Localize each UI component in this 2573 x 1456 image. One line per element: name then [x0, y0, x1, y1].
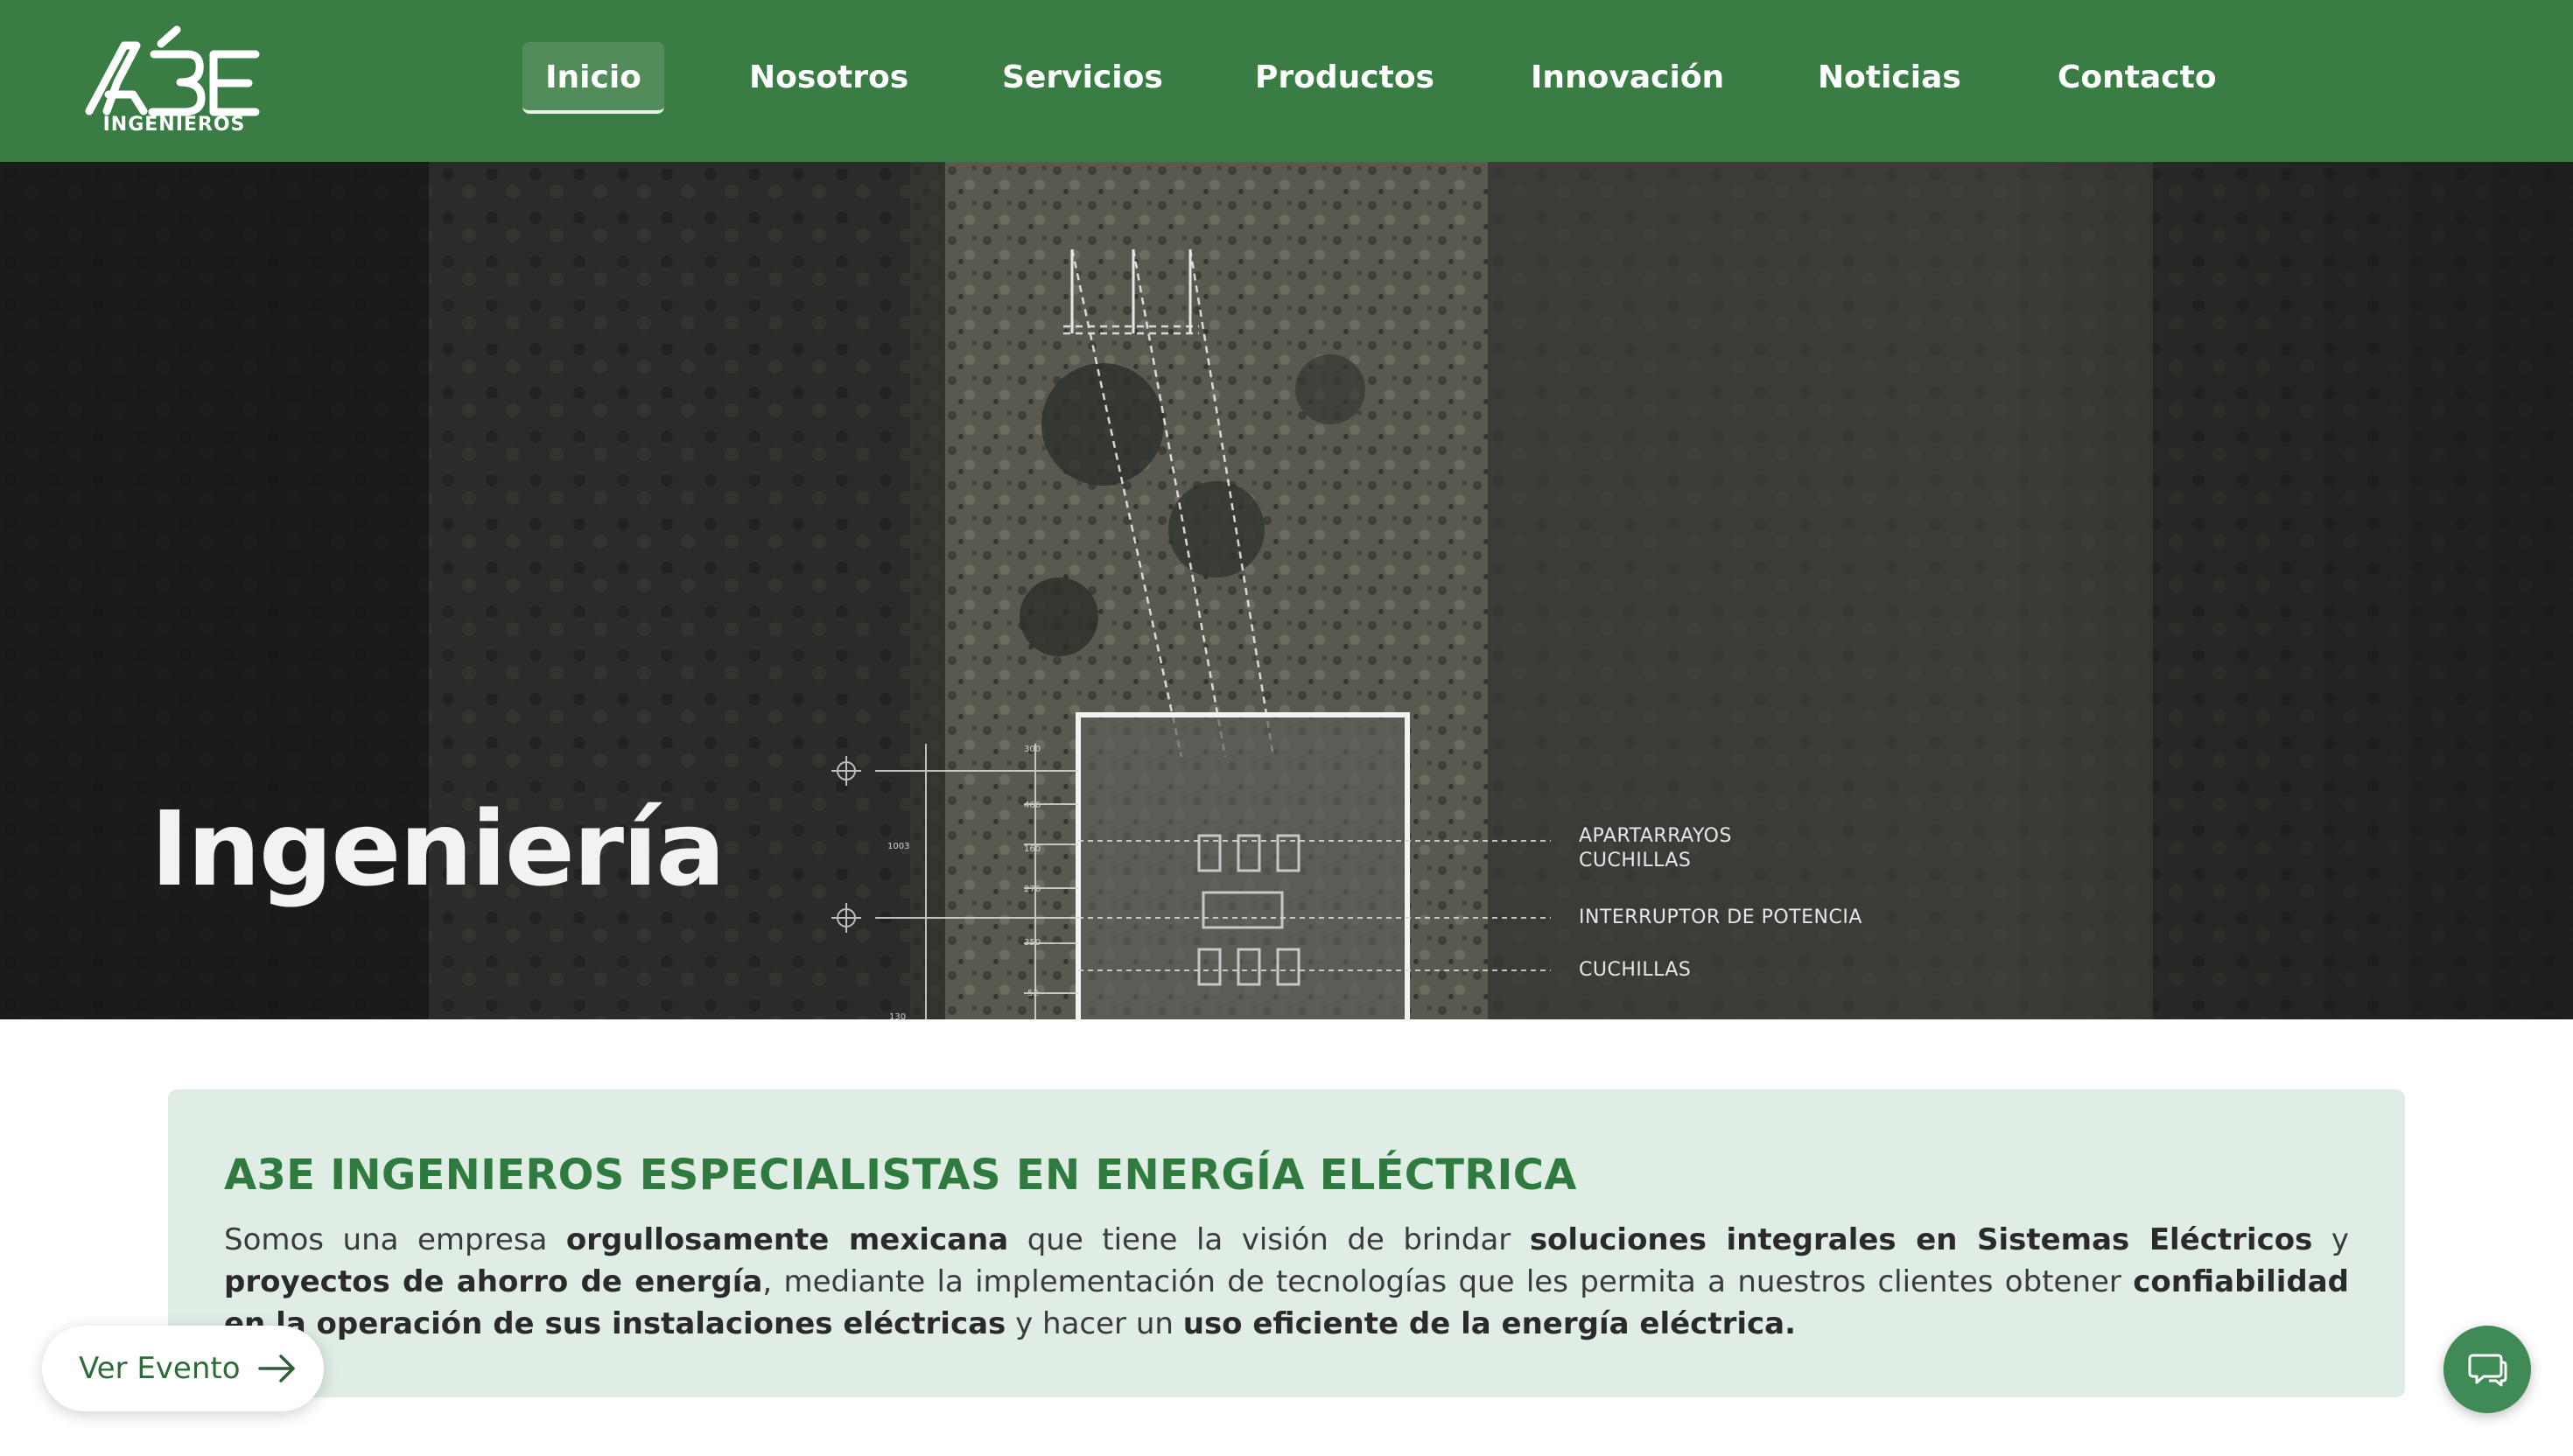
- intro-text-segment: que tiene la visión de brindar: [1008, 1222, 1530, 1257]
- intro-paragraph: Somos una empresa orgullosamente mexican…: [224, 1219, 2349, 1345]
- main-nav: Inicio Nosotros Servicios Productos Inno…: [490, 0, 2240, 162]
- logo-subtext: INGENIEROS: [102, 114, 246, 136]
- chat-bubbles-icon: [2468, 1354, 2507, 1387]
- ver-evento-button[interactable]: Ver Evento: [42, 1326, 324, 1411]
- nav-contacto[interactable]: Contacto: [2058, 42, 2217, 114]
- svg-text:160: 160: [1024, 844, 1041, 854]
- intro-text-segment: y: [2312, 1222, 2349, 1257]
- intro-panel: A3E INGENIEROS ESPECIALISTAS EN ENERGÍA …: [168, 1089, 2405, 1397]
- nav-nosotros[interactable]: Nosotros: [749, 42, 908, 114]
- intro-text-segment: Somos una empresa: [224, 1222, 566, 1257]
- ver-evento-label: Ver Evento: [79, 1351, 241, 1386]
- annotation-interruptor: INTERRUPTOR DE POTENCIA: [1579, 906, 1862, 928]
- svg-text:130: 130: [889, 1012, 906, 1019]
- intro-text-segment: , mediante la implementación de tecnolog…: [762, 1264, 2134, 1299]
- chat-button[interactable]: [2443, 1326, 2531, 1413]
- nav-innovacion[interactable]: Innovación: [1531, 42, 1724, 114]
- svg-text:52: 52: [1027, 989, 1039, 998]
- svg-text:276: 276: [1024, 885, 1041, 894]
- dim-label: 1003: [887, 842, 909, 851]
- site-logo[interactable]: INGENIEROS: [82, 19, 266, 142]
- svg-text:350: 350: [1024, 938, 1041, 948]
- nav-productos[interactable]: Productos: [1255, 42, 1434, 114]
- hero-title: Ingeniería: [151, 788, 726, 909]
- annotation-cuchillas: CUCHILLAS: [1579, 850, 1692, 872]
- nav-servicios[interactable]: Servicios: [1002, 42, 1163, 114]
- nav-inicio[interactable]: Inicio: [522, 42, 664, 114]
- nav-noticias[interactable]: Noticias: [1818, 42, 1961, 114]
- intro-emphasis: proyectos de ahorro de energía: [224, 1264, 763, 1299]
- intro-emphasis: soluciones integrales en Sistemas Eléctr…: [1529, 1222, 2313, 1257]
- dim-label: 466: [1024, 801, 1041, 810]
- intro-emphasis: orgullosamente mexicana: [565, 1222, 1009, 1257]
- site-header: INGENIEROS Inicio Nosotros Servicios Pro…: [0, 0, 2573, 162]
- hero-banner: 300 466 1003 160 276 350 52 130 Ingenier…: [0, 162, 2573, 1019]
- annotation-apartarrayos: APARTARRAYOS: [1579, 825, 1732, 847]
- dim-label: 300: [1024, 745, 1041, 754]
- intro-emphasis: uso eficiente de la energía eléctrica.: [1182, 1306, 1797, 1341]
- annotation-cuchillas-lower: CUCHILLAS: [1579, 959, 1692, 981]
- intro-heading: A3E INGENIEROS ESPECIALISTAS EN ENERGÍA …: [224, 1151, 1577, 1200]
- arrow-right-icon: [257, 1354, 295, 1382]
- intro-text-segment: y hacer un: [1006, 1306, 1183, 1341]
